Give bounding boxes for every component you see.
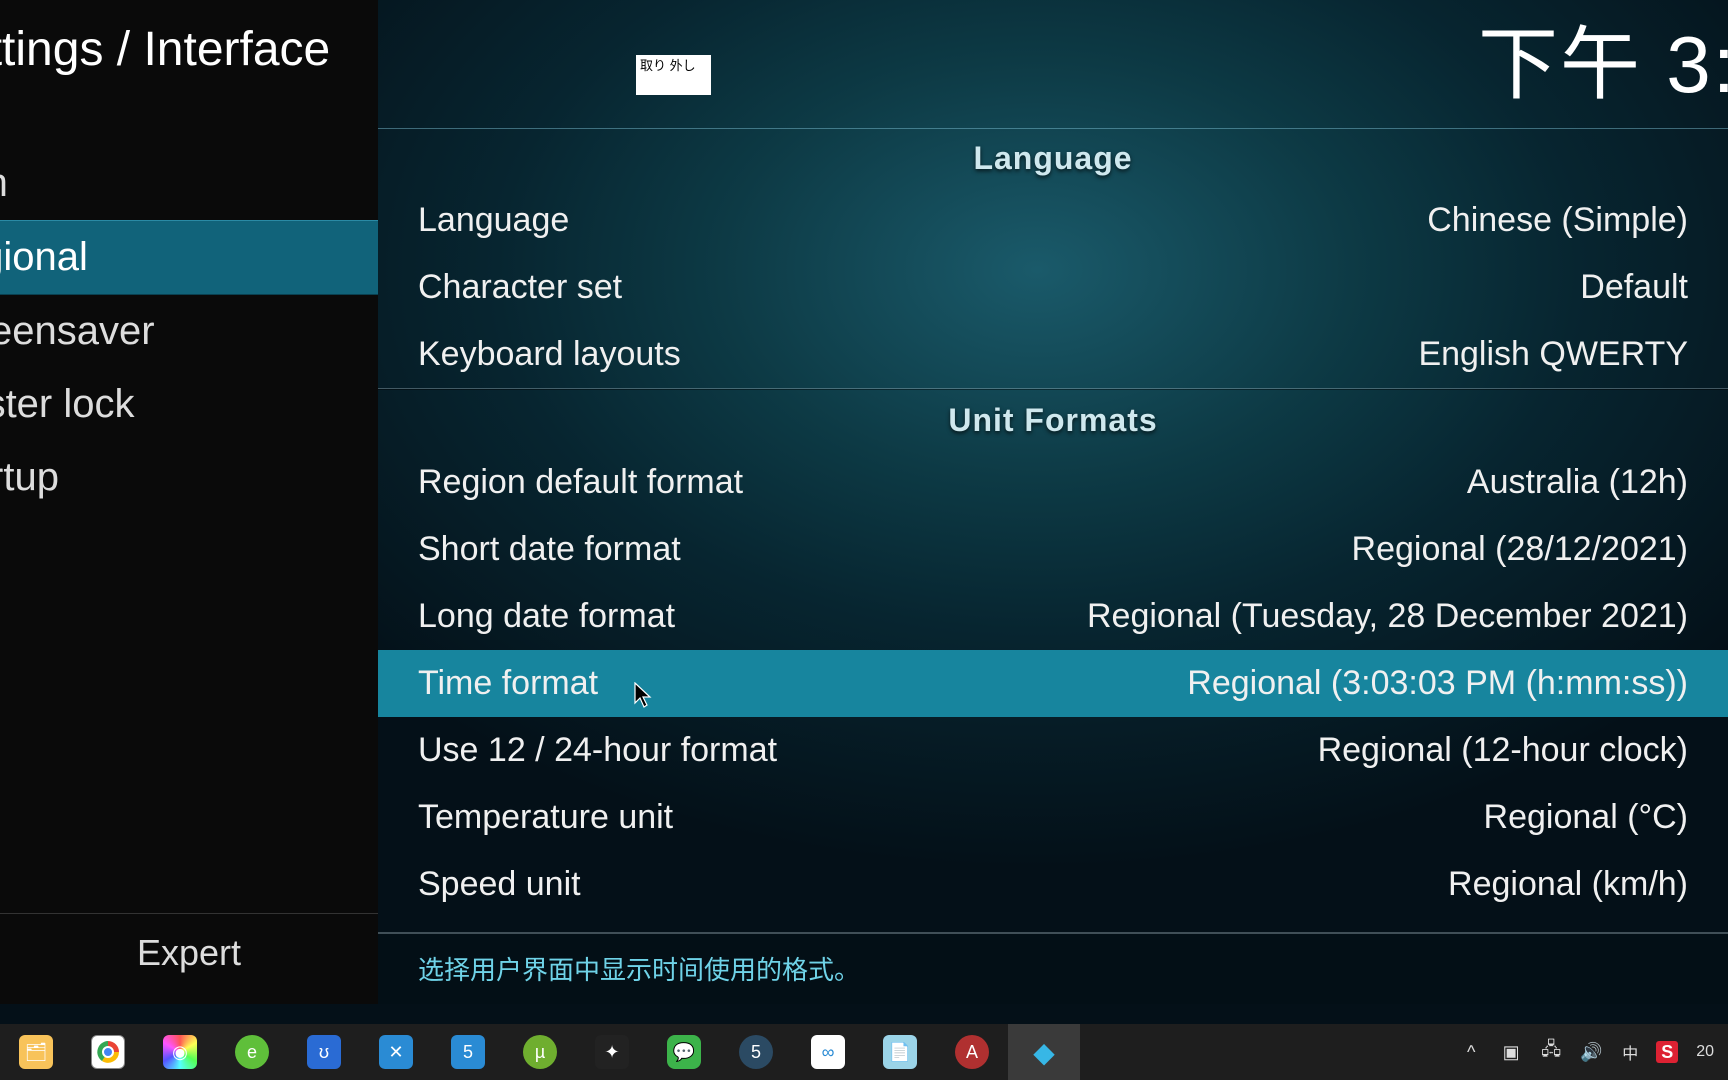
ime-language-indicator[interactable]: 中 [1618,1040,1642,1064]
browser-rainbow-icon[interactable]: ◉ [144,1024,216,1080]
row-speed-unit[interactable]: Speed unit Regional (km/h) [378,851,1728,918]
360-browser-icon[interactable]: e [216,1024,288,1080]
sidebar-item-skin[interactable]: Skin [0,147,378,220]
row-label: Keyboard layouts [418,335,681,374]
row-value: Default [1580,268,1688,307]
kodi-icon[interactable]: ◆ [1008,1024,1080,1080]
app-window: Settings / Interface Skin Regional Scree… [0,0,1728,1080]
sidebar: Settings / Interface Skin Regional Scree… [0,0,378,1004]
row-value: Regional (12-hour clock) [1318,731,1688,770]
row-time-format[interactable]: Time format Regional (3:03:03 PM (h:mm:s… [378,650,1728,717]
row-value: Regional (°C) [1484,798,1688,837]
notepad-icon[interactable]: 📄 [864,1024,936,1080]
row-label: Language [418,201,569,240]
taskbar-apps: 🗂 ◉ e ʊ ✕ 5 µ ✦ 💬 5 ∞ 📄 A ◆ [0,1024,1080,1080]
row-keyboard-layouts[interactable]: Keyboard layouts English QWERTY [378,321,1728,388]
clock: 下午 3:03 [1478,0,1728,116]
ime-brand-icon[interactable]: S [1656,1041,1678,1063]
sidebar-item-regional[interactable]: Regional [0,220,378,295]
tray-app-icon[interactable]: ▣ [1498,1039,1524,1065]
section-header-language: Language [378,128,1728,187]
row-value: Regional (3:03:03 PM (h:mm:ss)) [1187,664,1688,703]
utorrent-icon[interactable]: µ [504,1024,576,1080]
sidebar-nav: Skin Regional Screensaver Master lock St… [0,147,378,514]
row-label: Temperature unit [418,798,673,837]
row-value: Regional (km/h) [1448,865,1688,904]
sidebar-item-startup[interactable]: Startup [0,441,378,514]
section-header-unit-formats: Unit Formats [378,390,1728,449]
row-region-default-format[interactable]: Region default format Australia (12h) [378,449,1728,516]
row-label: Region default format [418,463,743,502]
app-5-dark-icon[interactable]: 5 [720,1024,792,1080]
file-explorer-icon[interactable]: 🗂 [0,1024,72,1080]
row-long-date-format[interactable]: Long date format Regional (Tuesday, 28 D… [378,583,1728,650]
tray-clock-short[interactable]: 20 [1692,1043,1718,1061]
row-hour-format[interactable]: Use 12 / 24-hour format Regional (12-hou… [378,717,1728,784]
row-language[interactable]: Language Chinese (Simple) [378,187,1728,254]
sidebar-item-screensaver[interactable]: Screensaver [0,295,378,368]
row-label: Character set [418,268,622,307]
row-character-set[interactable]: Character set Default [378,254,1728,321]
row-value: Regional (28/12/2021) [1352,530,1688,569]
app-blue-u-icon[interactable]: ʊ [288,1024,360,1080]
row-value: Chinese (Simple) [1427,201,1688,240]
help-text: 选择用户界面中显示时间使用的格式。 [378,932,1728,1004]
row-value: Australia (12h) [1467,463,1688,502]
network-icon[interactable]: 🖧 [1538,1039,1564,1065]
chrome-icon[interactable] [72,1024,144,1080]
app-dark-icon[interactable]: ✦ [576,1024,648,1080]
row-value: Regional (Tuesday, 28 December 2021) [1087,597,1688,636]
row-label: Speed unit [418,865,581,904]
system-tray: ^ ▣ 🖧 🔊 中 S 20 [1458,1024,1728,1080]
thunder-icon[interactable]: ✕ [360,1024,432,1080]
app-5-icon[interactable]: 5 [432,1024,504,1080]
row-label: Long date format [418,597,675,636]
baidu-netdisk-icon[interactable]: ∞ [792,1024,864,1080]
row-temperature-unit[interactable]: Temperature unit Regional (°C) [378,784,1728,851]
settings-level-selector[interactable]: Expert [0,913,378,974]
row-label: Time format [418,664,598,703]
row-value: English QWERTY [1418,335,1688,374]
row-label: Short date format [418,530,681,569]
taskbar: 🗂 ◉ e ʊ ✕ 5 µ ✦ 💬 5 ∞ 📄 A ◆ ^ ▣ 🖧 🔊 中 S … [0,1024,1728,1080]
volume-icon[interactable]: 🔊 [1578,1039,1604,1065]
ime-candidate-popup: 取り 外し [636,55,711,95]
tray-chevron-up-icon[interactable]: ^ [1458,1039,1484,1065]
row-short-date-format[interactable]: Short date format Regional (28/12/2021) [378,516,1728,583]
row-label: Use 12 / 24-hour format [418,731,777,770]
app-red-a-icon[interactable]: A [936,1024,1008,1080]
breadcrumb: Settings / Interface [0,0,378,77]
sidebar-item-master-lock[interactable]: Master lock [0,368,378,441]
wechat-icon[interactable]: 💬 [648,1024,720,1080]
settings-content: Language Language Chinese (Simple) Chara… [378,128,1728,1004]
